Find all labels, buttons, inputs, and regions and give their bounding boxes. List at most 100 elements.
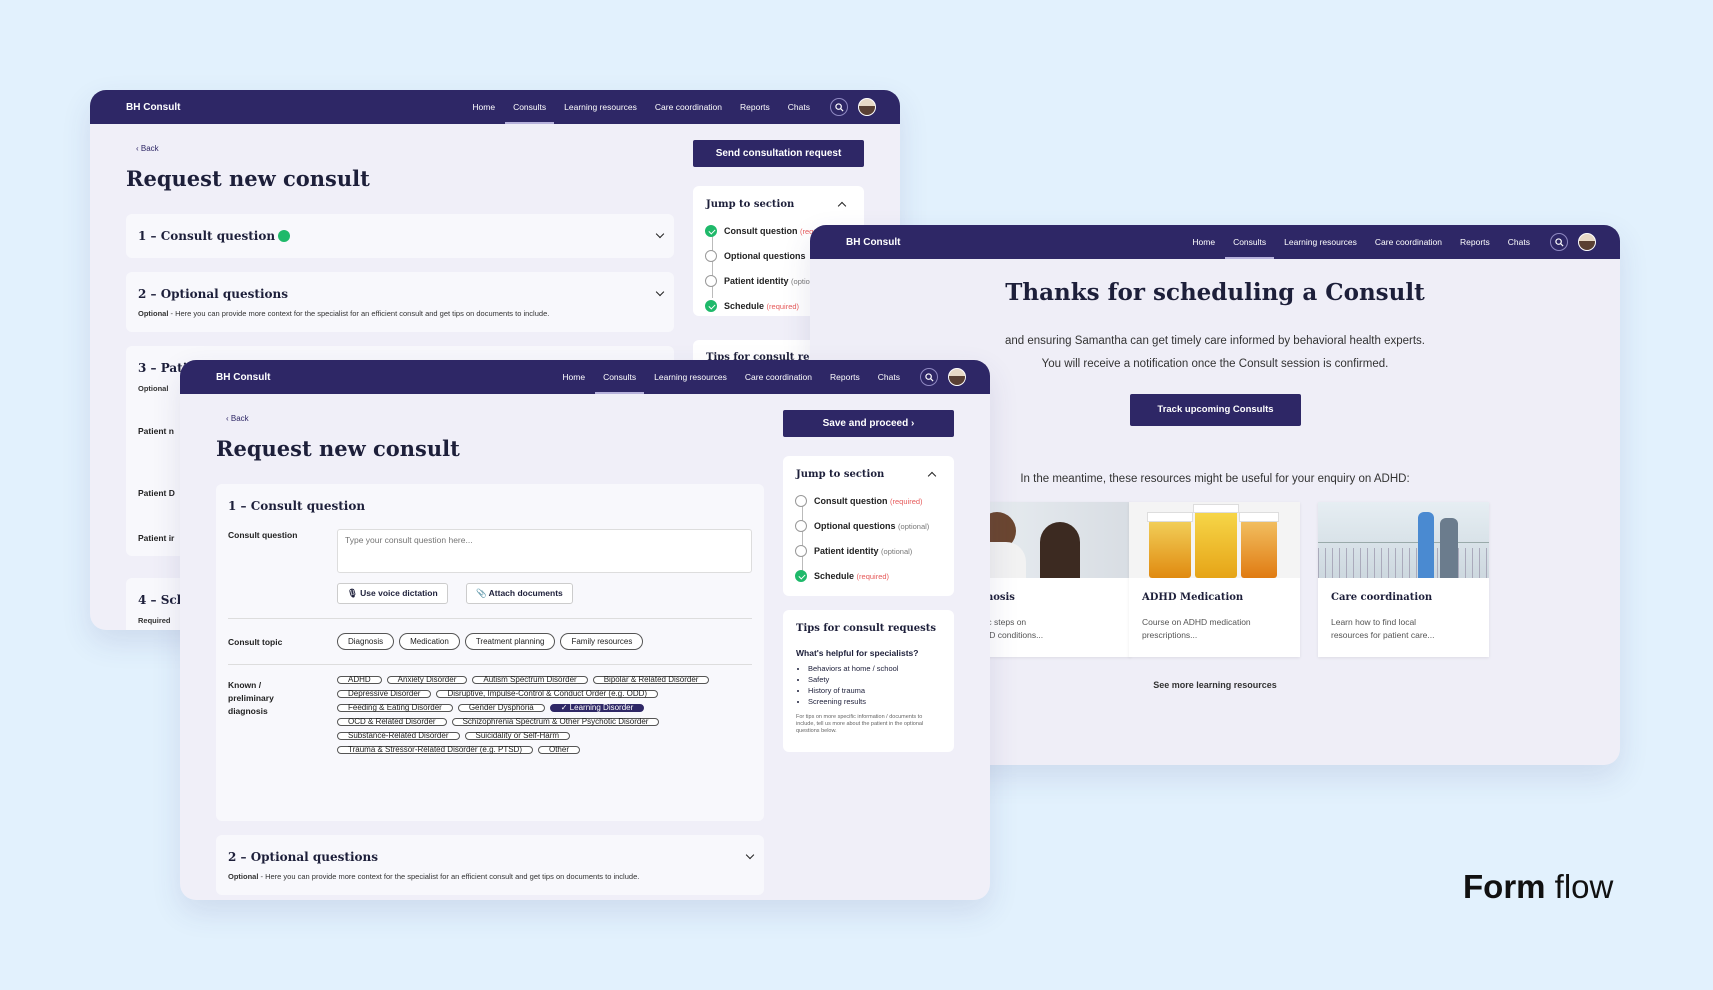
chevron-down-icon[interactable]	[655, 229, 665, 239]
brand-logo[interactable]: BH Consult	[846, 237, 900, 248]
diagnosis-chip[interactable]: Depressive Disorder	[337, 690, 432, 698]
nav-learning-resources[interactable]: Learning resources	[1284, 225, 1357, 259]
section-2-card[interactable]: 2 – Optional questions Optional - Here y…	[126, 272, 674, 332]
resource-card-medication[interactable]: ADHD Medication Course on ADHD medicatio…	[1129, 502, 1300, 657]
nav-care-coordination[interactable]: Care coordination	[745, 360, 812, 394]
jump-step-patient[interactable]: Patient identity (optional)	[795, 545, 912, 557]
jump-step-schedule[interactable]: Schedule (required)	[795, 570, 889, 582]
page-title: Request new consult	[216, 436, 460, 461]
diagnosis-chip-selected[interactable]: ✓ Learning Disorder	[549, 704, 645, 712]
jump-to-section: Jump to section Consult question (requir…	[783, 456, 954, 596]
diagnosis-chip[interactable]: Disruptive, Impulse-Control & Conduct Or…	[436, 690, 659, 698]
diagnosis-chip[interactable]: OCD & Related Disorder	[337, 718, 447, 726]
nav-chats[interactable]: Chats	[788, 90, 810, 124]
diagnosis-chip[interactable]: Trauma & Stressor-Related Disorder (e.g.…	[337, 746, 533, 754]
chevron-down-icon[interactable]	[655, 287, 665, 297]
diagnosis-label-line: Known /	[228, 680, 262, 690]
jump-step-schedule[interactable]: Schedule (required)	[705, 300, 799, 312]
patient-dob-label: Patient D	[138, 488, 175, 498]
resource-desc: Course on ADHD medication prescriptions..…	[1142, 616, 1292, 642]
tips-item: Screening results	[808, 696, 898, 707]
jump-step-optional[interactable]: Optional questions	[705, 250, 806, 262]
search-icon[interactable]	[1550, 233, 1568, 251]
step-label: Optional questions	[724, 251, 806, 261]
nav-consults[interactable]: Consults	[1225, 225, 1275, 259]
section-2-desc: Optional - Here you can provide more con…	[138, 309, 549, 318]
nav-reports[interactable]: Reports	[1460, 225, 1490, 259]
back-link[interactable]: ‹ Back	[136, 144, 159, 153]
nav-home[interactable]: Home	[472, 90, 495, 124]
step-label: Patient identity	[814, 546, 879, 556]
chevron-up-icon[interactable]	[837, 201, 847, 211]
chevron-down-icon[interactable]	[745, 850, 755, 860]
nav-home[interactable]: Home	[1192, 225, 1215, 259]
diagnosis-chip[interactable]: Gender Dysphoria	[457, 704, 545, 712]
diagnosis-chip[interactable]: Feeding & Eating Disorder	[337, 704, 453, 712]
topic-chip[interactable]: Diagnosis	[337, 633, 395, 650]
tips-title: Tips for consult requests	[796, 623, 937, 634]
jump-title: Jump to section	[706, 199, 795, 210]
medication-image	[1129, 502, 1300, 578]
jump-step-consult[interactable]: Consult question (required)	[795, 495, 923, 507]
nav-reports[interactable]: Reports	[830, 360, 860, 394]
diagnosis-label-line: diagnosis	[228, 706, 268, 716]
diagnosis-chip[interactable]: ADHD	[337, 676, 382, 684]
resource-desc: Learn how to find local resources for pat…	[1331, 616, 1481, 642]
diagnosis-chip[interactable]: Substance-Related Disorder	[337, 732, 460, 740]
jump-step-patient[interactable]: Patient identity (optional)	[705, 275, 822, 287]
nav-chats[interactable]: Chats	[878, 360, 900, 394]
nav-learning-resources[interactable]: Learning resources	[564, 90, 637, 124]
section-2-card[interactable]: 2 – Optional questions Optional - Here y…	[216, 835, 764, 895]
consult-question-input[interactable]	[337, 529, 752, 573]
jump-step-optional[interactable]: Optional questions (optional)	[795, 520, 929, 532]
resource-desc-line: prescriptions...	[1142, 630, 1198, 640]
search-icon[interactable]	[920, 368, 938, 386]
nav-learning-resources[interactable]: Learning resources	[654, 360, 727, 394]
attach-documents-button[interactable]: 📎 Attach documents	[466, 583, 573, 604]
avatar[interactable]	[948, 368, 966, 386]
nav-home[interactable]: Home	[562, 360, 585, 394]
chevron-up-icon[interactable]	[927, 471, 937, 481]
step-tag: (required)	[890, 497, 923, 506]
resource-card-care-coordination[interactable]: Care coordination Learn how to find loca…	[1318, 502, 1489, 657]
diagnosis-chip[interactable]: Bipolar & Related Disorder	[592, 676, 710, 684]
track-consults-button[interactable]: Track upcoming Consults	[1130, 394, 1301, 426]
diagnosis-chip[interactable]: Schizophrenia Spectrum & Other Psychotic…	[451, 718, 660, 726]
topic-chip[interactable]: Medication	[399, 633, 460, 650]
nav-reports[interactable]: Reports	[740, 90, 770, 124]
step-label: Schedule	[724, 301, 765, 311]
care-image	[1318, 502, 1489, 578]
step-label: Patient identity	[724, 276, 789, 286]
check-icon	[705, 300, 717, 312]
step-label: Consult question	[724, 226, 798, 236]
top-nav: BH Consult Home Consults Learning resour…	[810, 225, 1620, 259]
save-and-proceed-button[interactable]: Save and proceed ›	[783, 410, 954, 437]
check-icon	[705, 225, 717, 237]
nav-consults[interactable]: Consults	[505, 90, 555, 124]
page-title: Request new consult	[126, 166, 370, 191]
section-1-card[interactable]: 1 – Consult question	[126, 214, 674, 258]
nav-chats[interactable]: Chats	[1508, 225, 1530, 259]
diagnosis-chip[interactable]: Anxiety Disorder	[386, 676, 468, 684]
avatar[interactable]	[1578, 233, 1596, 251]
voice-dictation-button[interactable]: 🎙 Use voice dictation	[337, 583, 448, 604]
topic-chip[interactable]: Family resources	[560, 633, 644, 650]
nav-care-coordination[interactable]: Care coordination	[1375, 225, 1442, 259]
nav-care-coordination[interactable]: Care coordination	[655, 90, 722, 124]
avatar[interactable]	[858, 98, 876, 116]
topic-chip[interactable]: Treatment planning	[464, 633, 556, 650]
patient-id-label: Patient ir	[138, 533, 175, 543]
nav-consults[interactable]: Consults	[595, 360, 645, 394]
send-consultation-button[interactable]: Send consultation request	[693, 140, 864, 167]
step-line	[712, 228, 713, 298]
circle-icon	[705, 250, 717, 262]
diagnosis-chip[interactable]: Other	[537, 746, 580, 754]
diagnosis-chip[interactable]: Autism Spectrum Disorder	[472, 676, 588, 684]
brand-logo[interactable]: BH Consult	[216, 372, 270, 383]
brand-logo[interactable]: BH Consult	[126, 102, 180, 113]
tips-list: Behaviors at home / school Safety Histor…	[796, 663, 898, 707]
diagnosis-chips: ADHD Anxiety Disorder Autism Spectrum Diso…	[337, 676, 755, 760]
diagnosis-chip[interactable]: Suicidality or Self-Harm	[464, 732, 571, 740]
search-icon[interactable]	[830, 98, 848, 116]
back-link[interactable]: ‹ Back	[226, 414, 249, 423]
